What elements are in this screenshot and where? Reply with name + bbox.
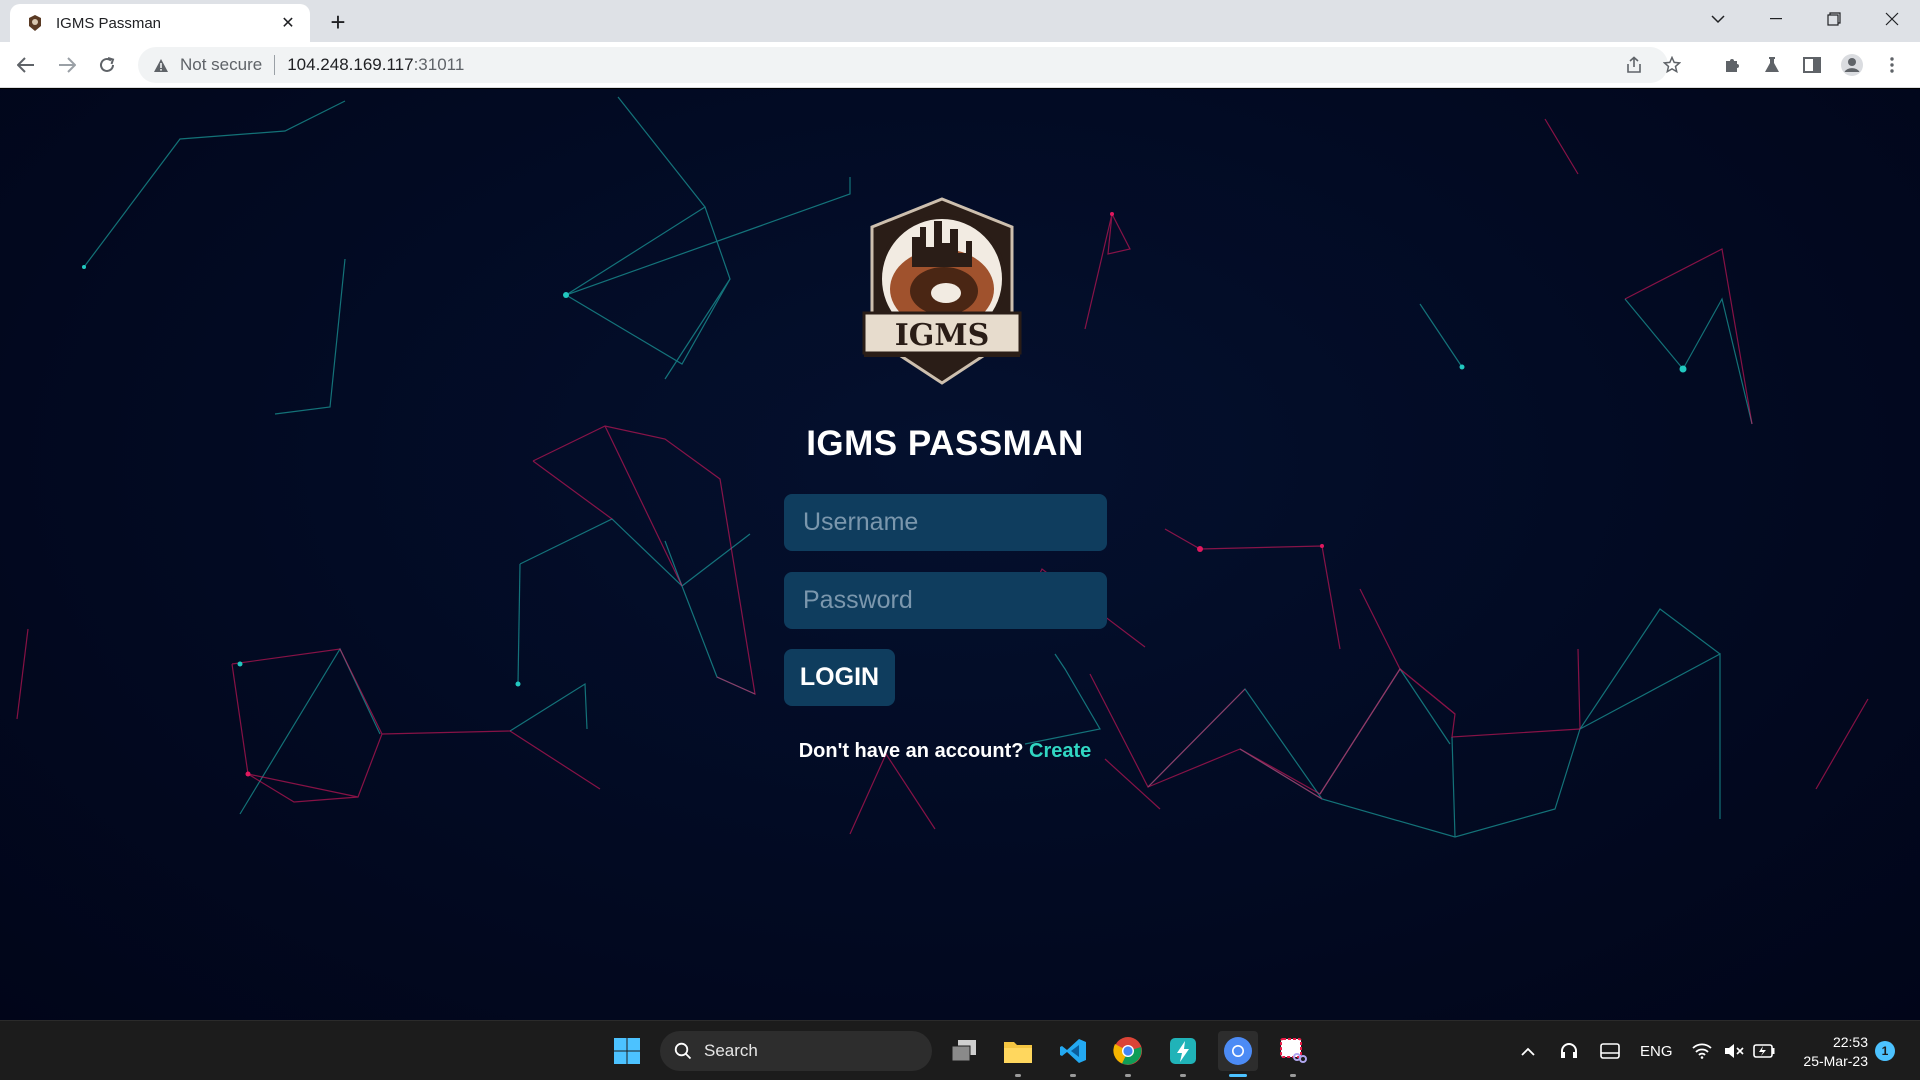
notification-badge[interactable]: 1 [1875, 1041, 1895, 1061]
restore-icon[interactable] [1806, 0, 1862, 38]
url-port[interactable]: :31011 [414, 55, 465, 75]
vpn-headset-icon[interactable] [1555, 1035, 1583, 1067]
wifi-icon[interactable] [1688, 1035, 1716, 1067]
create-account-link[interactable]: Create [1029, 740, 1091, 762]
snipping-tool-icon[interactable] [1273, 1031, 1313, 1077]
bookmark-star-icon[interactable] [1656, 49, 1688, 81]
chromium-browser-icon[interactable] [1218, 1031, 1258, 1077]
login-button[interactable]: LOGIN [784, 649, 895, 706]
igms-favicon-icon [26, 14, 44, 32]
windows-taskbar: Search ENG 22:53 25-Mar-23 1 [0, 1020, 1920, 1080]
clock-date: 25-Mar-23 [1803, 1053, 1868, 1069]
igms-logo: IGMS [862, 197, 1022, 385]
side-panel-icon[interactable] [1796, 49, 1828, 81]
taskbar-search[interactable]: Search [660, 1031, 932, 1071]
new-tab-icon[interactable]: + [324, 7, 352, 37]
username-input[interactable] [784, 494, 1107, 551]
password-input[interactable] [784, 572, 1107, 629]
back-arrow-icon[interactable] [10, 49, 42, 81]
login-page: IGMS IGMS PASSMAN LOGIN Don't have an ac… [0, 89, 1920, 1020]
display-icon[interactable] [1596, 1035, 1624, 1067]
language-indicator[interactable]: ENG [1640, 1043, 1673, 1060]
signup-prompt: Don't have an account? Create [0, 740, 1890, 763]
power-automate-icon[interactable] [1163, 1031, 1203, 1077]
security-label[interactable]: Not secure [180, 55, 262, 75]
running-indicator [1180, 1074, 1186, 1077]
search-label: Search [704, 1041, 758, 1060]
running-indicator [1125, 1074, 1131, 1077]
profile-avatar-icon[interactable] [1836, 49, 1868, 81]
labs-flask-icon[interactable] [1756, 49, 1788, 81]
svg-text:IGMS: IGMS [895, 318, 990, 353]
chrome-icon[interactable] [1108, 1031, 1148, 1077]
tab-search-chevron-down-icon[interactable] [1690, 0, 1746, 38]
volume-muted-icon[interactable] [1720, 1035, 1748, 1067]
battery-charging-icon[interactable] [1750, 1035, 1778, 1067]
taskbar-clock[interactable]: 22:53 25-Mar-23 [1790, 1033, 1868, 1071]
task-view-icon[interactable] [944, 1031, 984, 1071]
not-secure-warning-icon[interactable] [152, 56, 170, 74]
clock-time: 22:53 [1832, 1034, 1868, 1050]
running-indicator [1015, 1074, 1021, 1077]
minimize-icon[interactable] [1748, 0, 1804, 38]
running-indicator [1070, 1074, 1076, 1077]
running-indicator [1290, 1074, 1296, 1077]
browser-tab-strip: IGMS Passman ✕ + [0, 0, 1920, 42]
url-host[interactable]: 104.248.169.117 [287, 55, 413, 75]
forward-arrow-icon[interactable] [51, 49, 83, 81]
extensions-puzzle-icon[interactable] [1716, 49, 1748, 81]
reload-icon[interactable] [91, 49, 123, 81]
close-window-icon[interactable] [1864, 0, 1920, 38]
address-separator [274, 55, 276, 75]
browser-toolbar: Not secure 104.248.169.117 :31011 [0, 42, 1920, 88]
tab-title: IGMS Passman [56, 14, 162, 32]
vscode-icon[interactable] [1053, 1031, 1093, 1077]
browser-tab[interactable]: IGMS Passman ✕ [10, 4, 310, 42]
file-explorer-icon[interactable] [998, 1031, 1038, 1077]
active-indicator [1229, 1074, 1247, 1077]
windows-start-icon[interactable] [607, 1031, 647, 1071]
tab-close-icon[interactable]: ✕ [276, 11, 300, 35]
signup-prompt-text: Don't have an account? [798, 740, 1024, 762]
chevron-up-icon[interactable] [1514, 1035, 1542, 1067]
search-icon [674, 1042, 692, 1060]
more-menu-icon[interactable] [1876, 49, 1908, 81]
address-bar[interactable]: Not secure 104.248.169.117 :31011 [138, 47, 1681, 83]
page-title: IGMS PASSMAN [806, 424, 1084, 463]
share-icon[interactable] [1618, 49, 1650, 81]
